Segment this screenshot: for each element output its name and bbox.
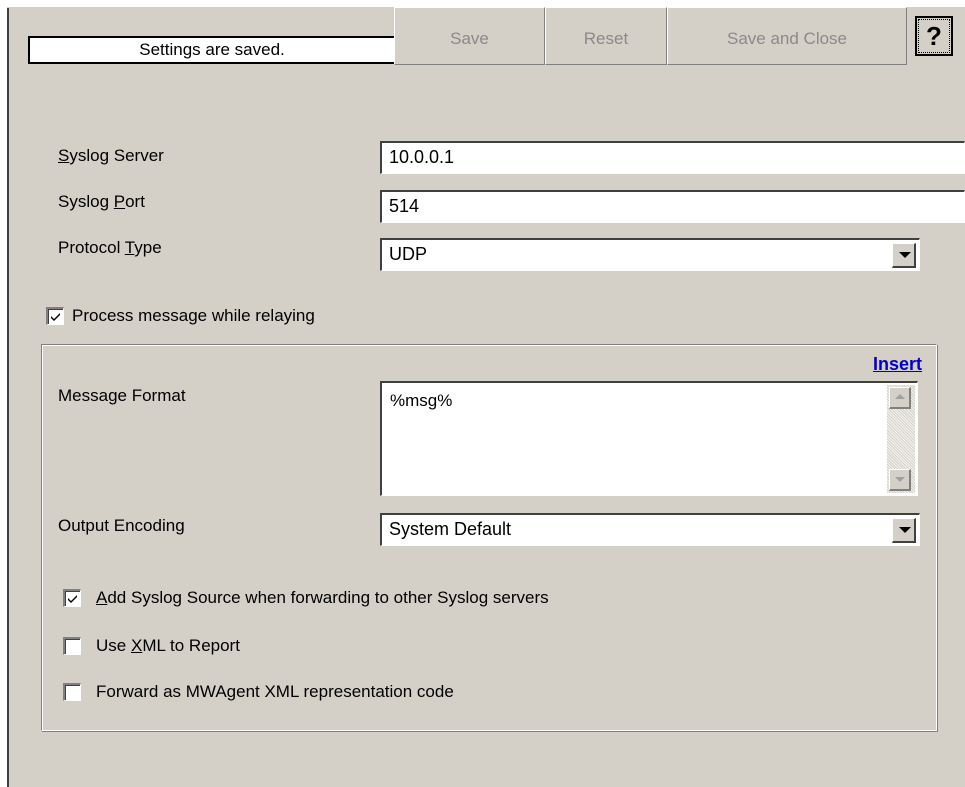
window-left-border [0,0,7,787]
message-format-scrollbar[interactable] [887,385,915,493]
window-top-border [0,0,965,7]
help-icon: ? [918,19,950,53]
message-format-value: %msg% [390,391,453,410]
syslog-server-input[interactable]: 10.0.0.1 [380,141,965,174]
dropdown-arrow-icon[interactable] [892,243,916,268]
window-left-shadow [7,8,9,787]
use-xml-label: Use XML to Report [96,636,240,655]
reset-button[interactable]: Reset [545,7,667,65]
process-message-checkbox[interactable] [46,307,64,325]
status-message: Settings are saved. [28,36,394,64]
process-message-label: Process message while relaying [72,306,315,325]
protocol-type-select[interactable]: UDP [380,238,920,271]
output-encoding-value: System Default [389,519,512,539]
add-syslog-source-checkbox[interactable] [63,589,81,607]
forward-mwagent-checkbox[interactable] [63,683,81,701]
help-button[interactable]: ? [915,16,953,56]
scroll-up-icon[interactable] [889,387,911,409]
syslog-port-label: Syslog Port [58,192,145,211]
protocol-type-label: Protocol Type [58,238,162,257]
output-encoding-select[interactable]: System Default [380,513,920,546]
checkmark-icon [68,595,77,603]
insert-link[interactable]: Insert [873,354,922,375]
save-button[interactable]: Save [394,7,545,65]
add-syslog-source-label: Add Syslog Source when forwarding to oth… [96,588,549,607]
save-and-close-button[interactable]: Save and Close [667,7,907,65]
use-xml-checkbox[interactable] [63,637,81,655]
message-format-label: Message Format [58,386,186,405]
scroll-down-icon[interactable] [889,469,911,491]
checkmark-icon [51,313,60,321]
syslog-server-label: Syslog Server [58,146,164,165]
forward-mwagent-label: Forward as MWAgent XML representation co… [96,682,454,701]
protocol-type-value: UDP [389,244,428,264]
output-encoding-label: Output Encoding [58,516,185,535]
dropdown-arrow-icon[interactable] [892,518,916,543]
syslog-port-input[interactable]: 514 [380,190,965,223]
message-format-textarea[interactable]: %msg% [380,381,918,496]
